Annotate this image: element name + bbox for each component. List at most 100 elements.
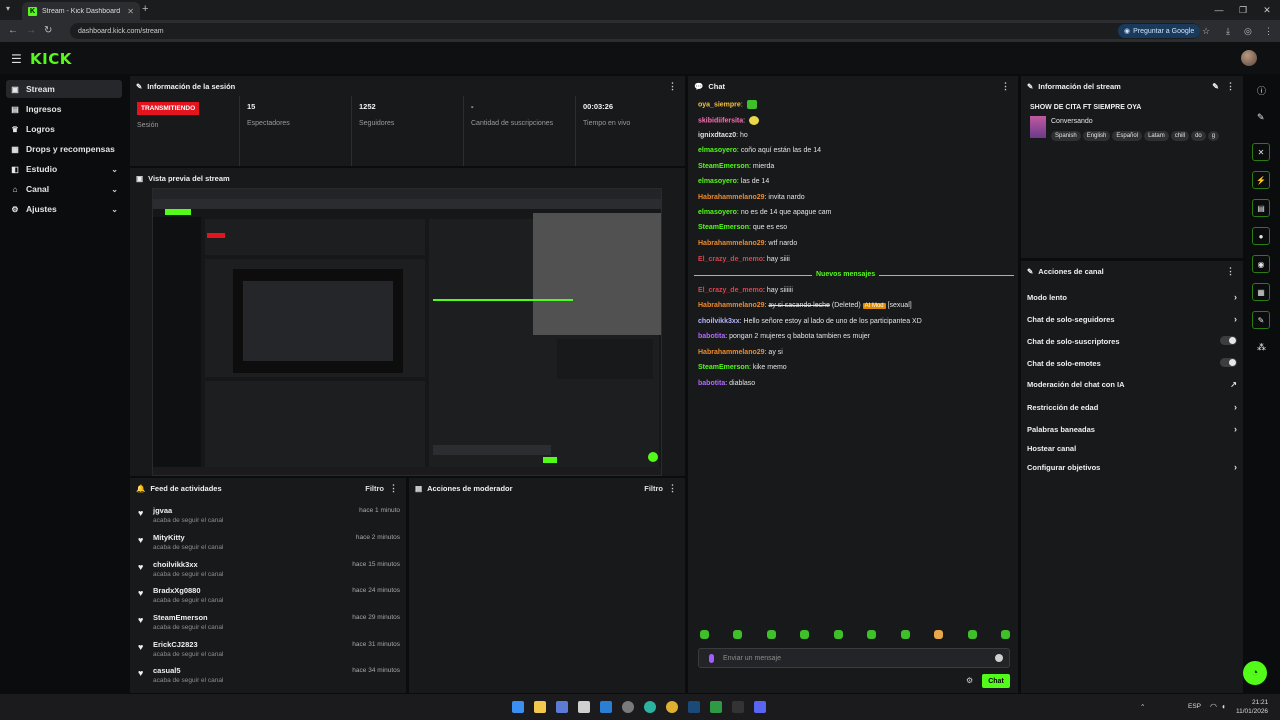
chat-username[interactable]: ignixdtacz0 bbox=[698, 132, 736, 139]
chat-username[interactable]: El_crazy_de_memo bbox=[698, 287, 763, 294]
profile-icon[interactable]: ◎ bbox=[1244, 26, 1252, 37]
emotes-only-toggle[interactable] bbox=[1220, 358, 1237, 367]
discord-icon[interactable] bbox=[754, 701, 766, 713]
shortcut-button[interactable]: ◉ bbox=[1252, 255, 1270, 273]
sidebar-item-logros[interactable]: ♛ Logros bbox=[6, 120, 122, 138]
sidebar-item-canal[interactable]: ⌂ Canal ⌄ bbox=[6, 180, 122, 198]
feed-username[interactable]: SteamEmerson bbox=[153, 613, 208, 622]
chat-username[interactable]: babotita bbox=[698, 333, 725, 340]
user-avatar[interactable] bbox=[1241, 50, 1257, 66]
bookmark-star-icon[interactable]: ☆ bbox=[1202, 26, 1210, 37]
more-options-icon[interactable]: ⋮ bbox=[1226, 81, 1235, 92]
feed-username[interactable]: MityKitty bbox=[153, 533, 185, 542]
chat-username[interactable]: babotita bbox=[698, 380, 725, 387]
sidebar-item-drops[interactable]: ▦ Drops y recompensas bbox=[6, 140, 122, 158]
store-icon[interactable] bbox=[578, 701, 590, 713]
file-explorer-icon[interactable] bbox=[534, 701, 546, 713]
speaker-icon[interactable]: ◖ bbox=[1221, 702, 1226, 711]
shortcut-button[interactable]: ⚡ bbox=[1252, 171, 1270, 189]
sidebar-item-ajustes[interactable]: ⚙ Ajustes ⌄ bbox=[6, 200, 122, 218]
emote-icon[interactable] bbox=[934, 630, 944, 639]
emote-icon[interactable] bbox=[900, 630, 910, 639]
chat-username[interactable]: skibidiifersita bbox=[698, 117, 743, 124]
chat-username[interactable]: Habrahammelano29 bbox=[698, 194, 765, 201]
chat-username[interactable]: El_crazy_de_memo bbox=[698, 256, 763, 263]
security-icon[interactable] bbox=[622, 701, 634, 713]
emote-icon[interactable] bbox=[700, 630, 709, 639]
reload-icon[interactable]: ↻ bbox=[44, 25, 52, 36]
stream-category[interactable]: Conversando bbox=[1051, 118, 1093, 125]
chat-username[interactable]: Habrahammelano29 bbox=[698, 240, 765, 247]
chat-username[interactable]: SteamEmerson bbox=[698, 364, 749, 371]
edge-icon[interactable] bbox=[644, 701, 656, 713]
chat-username[interactable]: oya_siempre bbox=[698, 101, 741, 108]
emote-icon[interactable] bbox=[800, 630, 810, 639]
terminal-icon[interactable] bbox=[732, 701, 744, 713]
chat-username[interactable]: elmasoyero bbox=[698, 178, 737, 185]
emote-icon[interactable] bbox=[867, 630, 877, 639]
feed-username[interactable]: choilvikk3xx bbox=[153, 560, 198, 569]
chrome-icon[interactable] bbox=[666, 701, 678, 713]
sidebar-item-ingresos[interactable]: ▤ Ingresos bbox=[6, 100, 122, 118]
action-ai-moderation[interactable]: Moderación del chat con IA ↗ bbox=[1027, 377, 1237, 391]
chat-username[interactable]: SteamEmerson bbox=[698, 163, 749, 170]
xbox-icon[interactable] bbox=[710, 701, 722, 713]
browser-menu-icon[interactable]: ⋮ bbox=[1264, 26, 1273, 37]
download-icon[interactable]: ⤓ bbox=[1226, 26, 1230, 37]
emote-icon[interactable] bbox=[1000, 630, 1010, 639]
more-options-icon[interactable]: ⋮ bbox=[1001, 81, 1010, 92]
feed-username[interactable]: ErickCJ2823 bbox=[153, 640, 198, 649]
edit-icon[interactable]: ✎ bbox=[1212, 82, 1219, 91]
emote-icon[interactable] bbox=[766, 630, 776, 639]
more-options-icon[interactable]: ⋮ bbox=[1226, 266, 1235, 277]
stream-preview-video[interactable] bbox=[152, 188, 662, 476]
ask-google-button[interactable]: ◉ Preguntar a Google bbox=[1118, 24, 1201, 38]
chat-fab-button[interactable]: ◔ bbox=[1243, 661, 1267, 685]
wifi-icon[interactable]: ◠ bbox=[1210, 702, 1217, 711]
back-icon[interactable]: ← bbox=[8, 25, 18, 36]
more-options-icon[interactable]: ⋮ bbox=[668, 483, 677, 494]
emote-icon[interactable] bbox=[833, 630, 843, 639]
steam-icon[interactable] bbox=[688, 701, 700, 713]
maximize-icon[interactable]: ❐ bbox=[1230, 0, 1256, 20]
mail-icon[interactable] bbox=[600, 701, 612, 713]
sidebar-item-estudio[interactable]: ◧ Estudio ⌄ bbox=[6, 160, 122, 178]
forward-icon[interactable]: → bbox=[26, 25, 36, 36]
chat-username[interactable]: elmasoyero bbox=[698, 147, 737, 154]
windows-start-icon[interactable] bbox=[512, 701, 524, 713]
shortcut-button[interactable]: ✎ bbox=[1252, 311, 1270, 329]
more-options-icon[interactable]: ⋮ bbox=[389, 483, 398, 494]
mic-icon[interactable] bbox=[709, 654, 714, 663]
close-window-icon[interactable]: ✕ bbox=[1254, 0, 1280, 20]
browser-tab[interactable]: K Stream - Kick Dashboard ✕ bbox=[22, 2, 140, 20]
chat-username[interactable]: SteamEmerson bbox=[698, 224, 749, 231]
hamburger-menu-icon[interactable]: ☰ bbox=[11, 52, 22, 66]
taskbar-date[interactable]: 11/01/2026 bbox=[1236, 708, 1268, 715]
emoji-picker-icon[interactable] bbox=[995, 654, 1003, 662]
action-host-channel[interactable]: Hostear canal bbox=[1027, 441, 1237, 455]
chat-settings-icon[interactable]: ⚙ bbox=[966, 676, 973, 685]
emote-icon[interactable] bbox=[733, 630, 743, 639]
feed-username[interactable]: casual5 bbox=[153, 666, 181, 675]
kick-logo[interactable]: KICK bbox=[30, 50, 72, 68]
shortcut-button[interactable]: ✕ bbox=[1252, 143, 1270, 161]
pencil-icon[interactable]: ✎ bbox=[1257, 112, 1265, 123]
feed-username[interactable]: BradxXg0880 bbox=[153, 586, 201, 595]
shortcut-button[interactable]: ● bbox=[1252, 227, 1270, 245]
filter-button[interactable]: Filtro bbox=[365, 484, 384, 493]
feed-username[interactable]: jgvaa bbox=[153, 506, 172, 515]
teams-icon[interactable] bbox=[556, 701, 568, 713]
action-age-restriction[interactable]: Restricción de edad › bbox=[1027, 400, 1237, 414]
action-slow-mode[interactable]: Modo lento › bbox=[1027, 290, 1237, 304]
tray-chevron-icon[interactable]: ⌃ bbox=[1140, 703, 1145, 711]
shortcut-button[interactable]: ▤ bbox=[1252, 199, 1270, 217]
emote-icon[interactable] bbox=[967, 630, 977, 639]
chat-input[interactable]: Enviar un mensaje bbox=[698, 648, 1010, 668]
minimize-icon[interactable]: — bbox=[1206, 0, 1232, 20]
action-goals[interactable]: Configurar objetivos › bbox=[1027, 460, 1237, 474]
chat-username[interactable]: Habrahammelano29 bbox=[698, 349, 765, 356]
language-indicator[interactable]: ESP bbox=[1188, 703, 1201, 710]
shortcut-button[interactable]: ▦ bbox=[1252, 283, 1270, 301]
new-tab-icon[interactable]: + bbox=[142, 3, 148, 15]
more-options-icon[interactable]: ⋮ bbox=[668, 81, 677, 92]
